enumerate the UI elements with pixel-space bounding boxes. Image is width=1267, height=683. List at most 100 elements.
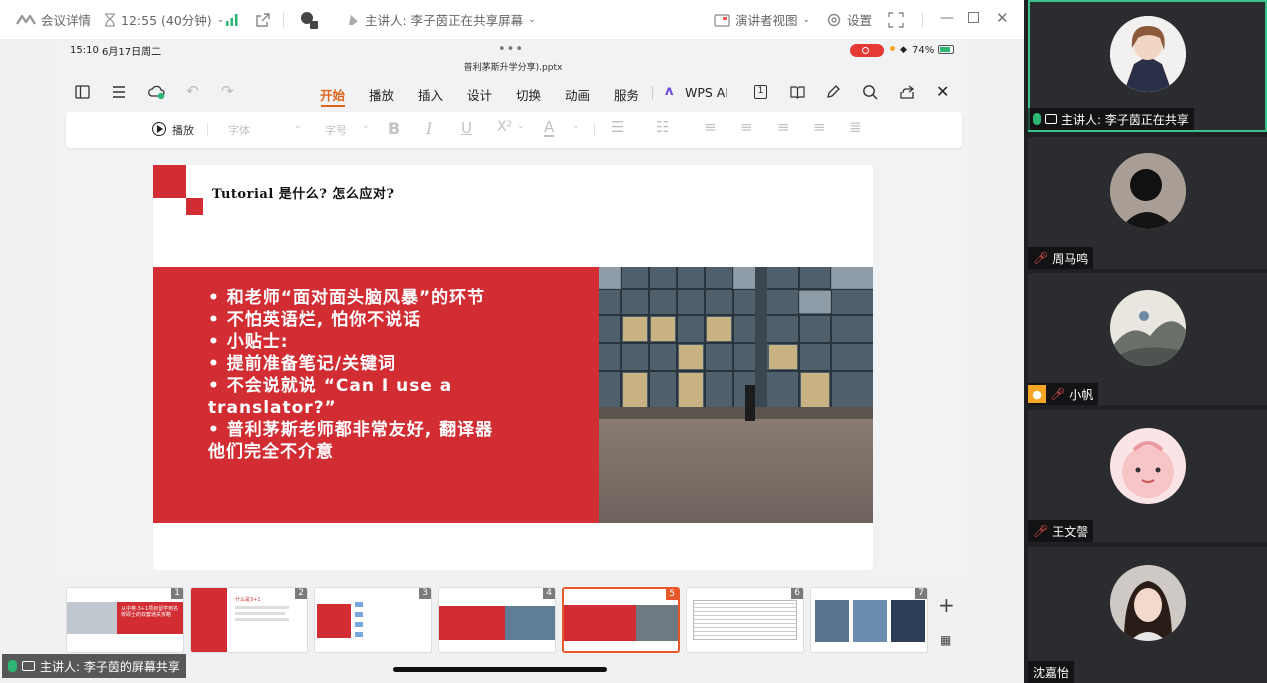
- slide-bullet-5: • 不会说就说 “Can I use a: [208, 376, 453, 396]
- participant-namebar: 🎤︎ 王文謦: [1028, 520, 1094, 542]
- participant-tile-4[interactable]: 🎤︎ 王文謦: [1028, 410, 1267, 542]
- page-number-icon[interactable]: 1: [754, 85, 767, 99]
- menu-tab-transition[interactable]: 切换: [516, 85, 541, 104]
- align-right-icon[interactable]: ≡: [777, 118, 790, 136]
- participant-name: 王文謦: [1052, 524, 1089, 539]
- meeting-details-button[interactable]: 会议详情: [16, 10, 91, 29]
- participant-tile-2[interactable]: 🎤︎ 周马鸣: [1028, 137, 1267, 269]
- search-icon[interactable]: [862, 84, 878, 100]
- thumbnail-3-number: 3: [419, 588, 431, 599]
- close-document-icon[interactable]: ✕: [936, 82, 949, 101]
- user-role-icon: ●: [1028, 385, 1046, 403]
- italic-icon[interactable]: I: [426, 119, 432, 138]
- participant-tile-3[interactable]: ● 🎤︎ 小帆: [1028, 273, 1267, 405]
- menu-tab-design[interactable]: 设计: [467, 85, 492, 104]
- menu-tab-animation[interactable]: 动画: [565, 85, 590, 104]
- undo-icon[interactable]: ↶: [186, 82, 199, 100]
- bold-icon[interactable]: B: [388, 119, 400, 138]
- chevron-down-icon: ⌄: [216, 14, 225, 25]
- slide-bullet-1: • 和老师“面对面头脑风暴”的环节: [208, 288, 486, 308]
- pop-out-icon[interactable]: [255, 12, 271, 28]
- add-slide-icon[interactable]: +: [938, 593, 955, 617]
- menu-tab-play[interactable]: 播放: [369, 85, 394, 104]
- menu-tab-insert[interactable]: 插入: [418, 85, 443, 104]
- mic-on-icon: [8, 660, 17, 672]
- presenter-menu[interactable]: 主讲人: 李子茵正在共享屏幕 ⌄: [346, 10, 536, 29]
- font-family-select[interactable]: 字体: [228, 122, 250, 138]
- justify-icon[interactable]: ≡: [813, 118, 826, 136]
- meeting-timer[interactable]: 12:55 (40分钟) ⌄: [104, 10, 224, 29]
- signal-bars-icon[interactable]: [225, 13, 239, 27]
- slide-thumbnail-3[interactable]: 3: [314, 587, 432, 653]
- font-color-icon[interactable]: A: [544, 119, 555, 137]
- speaker-view-button[interactable]: 演讲者视图 ⌄: [714, 10, 810, 29]
- participant-name: 周马鸣: [1052, 251, 1089, 266]
- avatar: [1110, 153, 1186, 229]
- more-dots-icon: •••: [498, 42, 525, 57]
- battery-percent: 74%: [912, 44, 935, 56]
- current-slide[interactable]: Tutorial 是什么? 怎么应对? • 和老师“面对面头脑风暴”的环节 • …: [153, 165, 873, 570]
- thumbnail-1-text: 从中英·3+1项目留学到名校硕士的双套通关攻略: [121, 606, 179, 618]
- slide-bullet-6: translator?”: [208, 398, 337, 418]
- chevron-down-icon: ⌄: [528, 14, 536, 25]
- underline-icon[interactable]: U: [461, 119, 472, 137]
- menu-tab-start[interactable]: 开始: [320, 85, 345, 104]
- device-time: 15:10: [70, 44, 99, 56]
- slide-thumbnail-6[interactable]: 6: [686, 587, 804, 653]
- align-left-icon[interactable]: ≡: [704, 118, 717, 136]
- share-export-icon[interactable]: [899, 84, 915, 100]
- shared-screen: 15:10 6月17日周二 ••• ◆ 74% 普利茅斯升学分享).pptx ↶…: [0, 40, 1024, 683]
- redo-icon[interactable]: ↷: [221, 82, 234, 100]
- screen-share-user-icon[interactable]: [300, 11, 318, 29]
- play-button[interactable]: 播放: [172, 122, 194, 138]
- play-icon[interactable]: [152, 122, 166, 136]
- bullet-list-icon[interactable]: ☰: [611, 118, 624, 136]
- cloud-sync-icon[interactable]: [148, 84, 165, 100]
- align-center-icon[interactable]: ≡: [740, 118, 753, 136]
- hourglass-icon: [105, 12, 115, 27]
- slide-thumbnail-2[interactable]: 什么是3+1 2: [190, 587, 308, 653]
- document-filename: 普利茅斯升学分享).pptx: [463, 63, 563, 73]
- sidebar-toggle-icon[interactable]: [75, 85, 90, 99]
- decor-square-small: [186, 198, 203, 215]
- slide-thumbnail-4[interactable]: 4: [438, 587, 556, 653]
- menu-tab-wps-ai[interactable]: WPS AI: [685, 85, 727, 100]
- device-date: 6月17日周二: [102, 46, 162, 58]
- device-status-bar: 15:10 6月17日周二 ••• ◆ 74%: [58, 40, 968, 60]
- numbered-list-icon[interactable]: ☷: [656, 118, 669, 136]
- record-icon: [862, 47, 869, 54]
- book-read-icon[interactable]: [790, 85, 805, 99]
- screen-share-icon: [1045, 114, 1057, 124]
- hamburger-menu-icon[interactable]: [112, 85, 126, 99]
- meeting-details-label: 会议详情: [41, 13, 92, 28]
- superscript-icon[interactable]: X²: [497, 119, 512, 135]
- participant-namebar: ● 🎤︎ 小帆: [1028, 383, 1099, 405]
- avatar: [1110, 16, 1186, 92]
- participant-tile-5[interactable]: 沈嘉怡: [1028, 547, 1267, 683]
- fullscreen-icon[interactable]: [888, 12, 904, 28]
- settings-button[interactable]: 设置: [826, 10, 872, 29]
- thumbnail-2-text: 什么是3+1: [235, 597, 261, 603]
- participant-namebar: 🎤︎ 周马鸣: [1028, 247, 1094, 269]
- maximize-icon[interactable]: [968, 12, 979, 23]
- chevron-down-icon: ⌄: [517, 121, 525, 131]
- pointer-hand-icon: [349, 14, 358, 25]
- slide-thumbnail-5-active[interactable]: 5: [562, 587, 680, 653]
- menu-tab-service[interactable]: 服务: [614, 85, 639, 104]
- avatar: [1110, 290, 1186, 366]
- close-window-icon[interactable]: ✕: [996, 9, 1009, 27]
- mic-muted-icon: 🎤︎: [1033, 524, 1049, 538]
- font-size-select[interactable]: 字号: [325, 122, 347, 138]
- screen-icon: [22, 661, 35, 671]
- slide-thumbnail-1[interactable]: 从中英·3+1项目留学到名校硕士的双套通关攻略 1: [66, 587, 184, 653]
- participant-tile-presenter[interactable]: 主讲人: 李子茵正在共享: [1028, 0, 1267, 132]
- screen-share-label-text: 主讲人: 李子茵的屏幕共享: [40, 659, 180, 674]
- line-spacing-icon[interactable]: ≣: [849, 118, 862, 136]
- slide-thumbnail-7[interactable]: 7: [810, 587, 928, 653]
- wps-ai-logo-icon: ʌ: [665, 84, 674, 99]
- chevron-down-icon: ⌄: [572, 121, 580, 131]
- slide-bullet-2: • 不怕英语烂, 怕你不说话: [208, 310, 422, 330]
- pen-edit-icon[interactable]: [826, 84, 841, 99]
- grid-view-icon[interactable]: ▦: [940, 633, 951, 647]
- minimize-icon[interactable]: —: [940, 10, 954, 26]
